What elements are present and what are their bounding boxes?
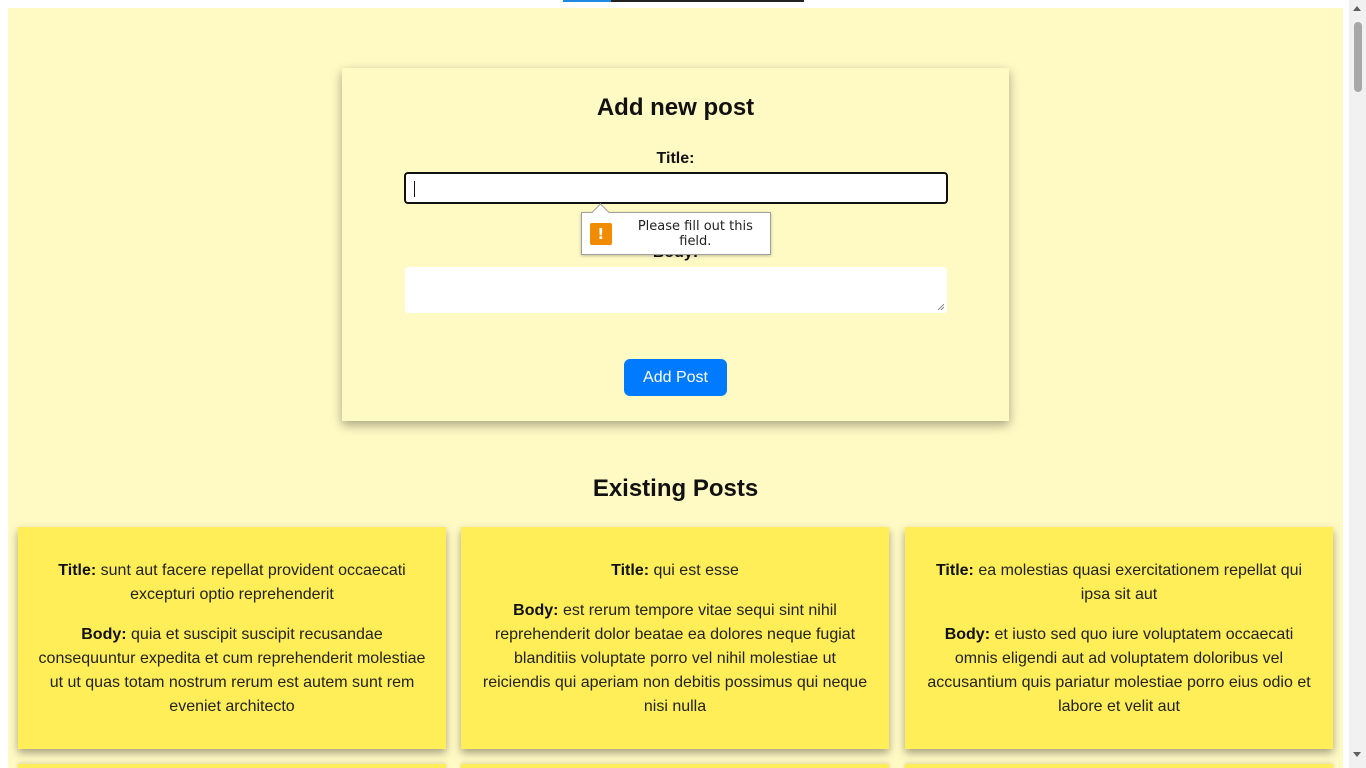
- scroll-up-arrow-icon[interactable]: [1353, 6, 1361, 11]
- post-body: Body: quia et suscipit suscipit recusand…: [36, 623, 428, 719]
- post-body-prefix: Body:: [81, 626, 127, 643]
- post-card: Title: sunt aut facere repellat providen…: [18, 527, 446, 749]
- body-textarea[interactable]: [405, 267, 947, 313]
- post-card-partial: [905, 764, 1333, 768]
- post-title-prefix: Title:: [611, 562, 650, 579]
- post-body: Body: est rerum tempore vitae sequi sint…: [479, 599, 871, 719]
- post-card-partial: [461, 764, 889, 768]
- post-title-text: ea molestias quasi exercitationem repell…: [978, 562, 1303, 603]
- title-label: Title:: [656, 150, 695, 167]
- add-post-button[interactable]: Add Post: [624, 359, 727, 396]
- existing-posts-heading: Existing Posts: [592, 475, 759, 502]
- post-title-prefix: Title:: [58, 562, 97, 579]
- add-post-form: Add new post Title: ! Please fill out th…: [342, 68, 1009, 421]
- post-title: Title: sunt aut facere repellat providen…: [36, 559, 428, 607]
- post-card-partial: [18, 764, 446, 768]
- post-body: Body: et iusto sed quo iure voluptatem o…: [923, 623, 1315, 719]
- post-title: Title: qui est esse: [479, 559, 871, 583]
- validation-tooltip: ! Please fill out this field.: [581, 203, 771, 255]
- post-card: Title: ea molestias quasi exercitationem…: [905, 527, 1333, 749]
- validation-message: Please fill out this field.: [637, 218, 753, 249]
- post-card: Title: qui est esse Body: est rerum temp…: [461, 527, 889, 749]
- scroll-down-arrow-icon[interactable]: [1353, 752, 1361, 757]
- text-caret: [414, 181, 415, 197]
- top-dark-bar: [611, 0, 804, 2]
- post-title-prefix: Title:: [935, 562, 974, 579]
- warning-icon: !: [590, 222, 612, 245]
- post-body-prefix: Body:: [944, 626, 991, 643]
- post-body-prefix: Body:: [513, 602, 559, 619]
- post-title: Title: ea molestias quasi exercitationem…: [923, 559, 1315, 607]
- post-title-text: qui est esse: [653, 562, 739, 579]
- tooltip-arrow: [591, 203, 610, 222]
- app-container: Add new post Title: ! Please fill out th…: [8, 8, 1343, 768]
- form-heading: Add new post: [596, 94, 755, 121]
- vertical-scrollbar[interactable]: [1349, 0, 1366, 768]
- title-input[interactable]: [404, 172, 948, 204]
- post-title-text: sunt aut facere repellat provident occae…: [100, 562, 406, 603]
- resize-grip-icon[interactable]: [938, 304, 944, 310]
- top-accent-bar: [563, 0, 611, 2]
- scroll-thumb[interactable]: [1354, 22, 1362, 92]
